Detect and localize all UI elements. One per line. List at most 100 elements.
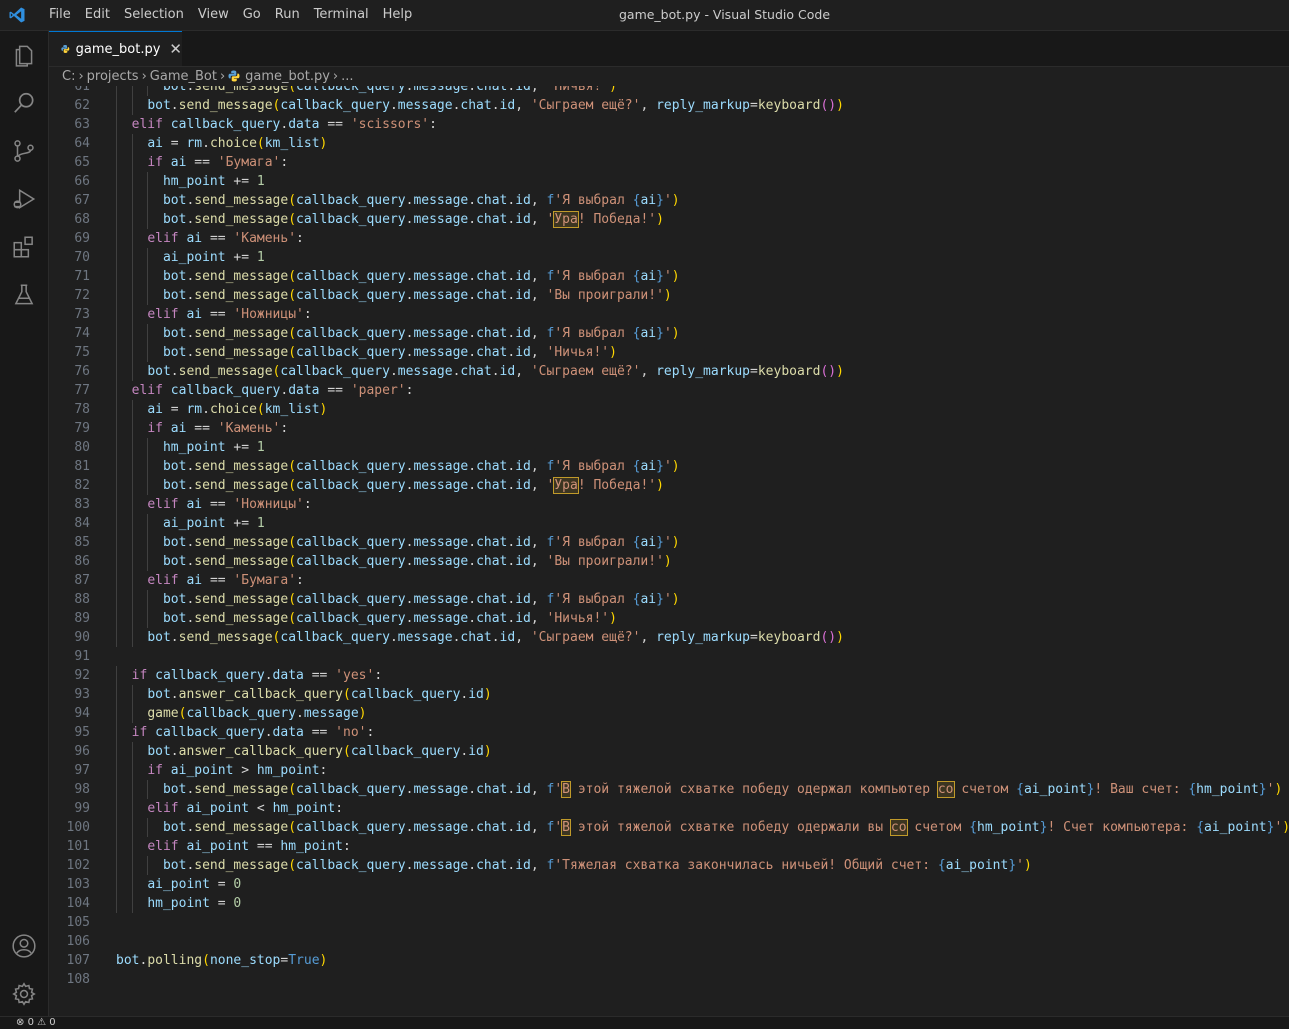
code-line[interactable]: 93 bot.answer_callback_query(callback_qu… bbox=[49, 685, 1289, 704]
code-line[interactable]: 65 if ai == 'Бумага': bbox=[49, 153, 1289, 172]
line-number: 96 bbox=[74, 744, 90, 759]
code-line[interactable]: 87 elif ai == 'Бумага': bbox=[49, 571, 1289, 590]
code-line[interactable]: 106 bbox=[49, 932, 1289, 951]
code-line[interactable]: 98 bot.send_message(callback_query.messa… bbox=[49, 780, 1289, 799]
code-line[interactable]: 75 bot.send_message(callback_query.messa… bbox=[49, 343, 1289, 362]
search-icon[interactable] bbox=[0, 79, 48, 127]
code-line[interactable]: 85 bot.send_message(callback_query.messa… bbox=[49, 533, 1289, 552]
code-line[interactable]: 69 elif ai == 'Камень': bbox=[49, 229, 1289, 248]
code-line[interactable]: 89 bot.send_message(callback_query.messa… bbox=[49, 609, 1289, 628]
code-line[interactable]: 82 bot.send_message(callback_query.messa… bbox=[49, 476, 1289, 495]
code-line[interactable]: 91 bbox=[49, 647, 1289, 666]
code-line[interactable]: 94 game(callback_query.message) bbox=[49, 704, 1289, 723]
code-line[interactable]: 104 hm_point = 0 bbox=[49, 894, 1289, 913]
code-text: elif callback_query.data == 'paper': bbox=[131, 383, 414, 398]
line-number: 63 bbox=[74, 117, 90, 132]
code-line[interactable]: 83 elif ai == 'Ножницы': bbox=[49, 495, 1289, 514]
code-line[interactable]: 67 bot.send_message(callback_query.messa… bbox=[49, 191, 1289, 210]
code-line[interactable]: 108 bbox=[49, 970, 1289, 989]
code-line[interactable]: 95 if callback_query.data == 'no': bbox=[49, 723, 1289, 742]
run-debug-icon[interactable] bbox=[0, 175, 48, 223]
code-line[interactable]: 79 if ai == 'Камень': bbox=[49, 419, 1289, 438]
code-line[interactable]: 88 bot.send_message(callback_query.messa… bbox=[49, 590, 1289, 609]
code-line[interactable]: 102 bot.send_message(callback_query.mess… bbox=[49, 856, 1289, 875]
code-line[interactable]: 84 ai_point += 1 bbox=[49, 514, 1289, 533]
code-line[interactable]: 66 hm_point += 1 bbox=[49, 172, 1289, 191]
activity-bar bbox=[0, 31, 49, 1016]
line-number: 69 bbox=[74, 231, 90, 246]
code-line[interactable]: 61 bot.send_message(callback_query.messa… bbox=[49, 86, 1289, 96]
code-line[interactable]: 73 elif ai == 'Ножницы': bbox=[49, 305, 1289, 324]
line-number: 98 bbox=[74, 782, 90, 797]
line-number: 108 bbox=[66, 972, 90, 987]
line-number: 84 bbox=[74, 516, 90, 531]
code-line[interactable]: 74 bot.send_message(callback_query.messa… bbox=[49, 324, 1289, 343]
chevron-right-icon: › bbox=[332, 68, 339, 84]
code-line[interactable]: 101 elif ai_point == hm_point: bbox=[49, 837, 1289, 856]
code-line[interactable]: 86 bot.send_message(callback_query.messa… bbox=[49, 552, 1289, 571]
line-number: 103 bbox=[66, 877, 90, 892]
code-line[interactable]: 78 ai = rm.choice(km_list) bbox=[49, 400, 1289, 419]
chevron-right-icon: › bbox=[141, 68, 147, 84]
code-text: bot.answer_callback_query(callback_query… bbox=[147, 687, 492, 702]
extensions-icon[interactable] bbox=[0, 223, 48, 271]
tab-game-bot-py[interactable]: game_bot.py ✕ bbox=[49, 31, 182, 66]
line-number: 78 bbox=[74, 402, 90, 417]
line-number: 88 bbox=[74, 592, 90, 607]
explorer-icon[interactable] bbox=[0, 31, 48, 79]
breadcrumb-file[interactable]: game_bot.py bbox=[245, 69, 330, 84]
line-number: 73 bbox=[74, 307, 90, 322]
code-line[interactable]: 105 bbox=[49, 913, 1289, 932]
code-line[interactable]: 62 bot.send_message(callback_query.messa… bbox=[49, 96, 1289, 115]
code-text: if ai_point > hm_point: bbox=[147, 763, 328, 778]
code-lines: 61 bot.send_message(callback_query.messa… bbox=[49, 86, 1289, 989]
code-text: ai_point = 0 bbox=[147, 877, 242, 892]
breadcrumb-drive[interactable]: C: bbox=[62, 69, 75, 84]
code-text: bot.send_message(callback_query.message.… bbox=[162, 86, 617, 94]
breadcrumb-game-bot[interactable]: Game_Bot bbox=[150, 69, 217, 84]
line-number: 80 bbox=[74, 440, 90, 455]
problems-indicator[interactable]: ⊗ 0 ⚠ 0 bbox=[16, 1017, 56, 1028]
code-line[interactable]: 80 hm_point += 1 bbox=[49, 438, 1289, 457]
code-text: bot.send_message(callback_query.message.… bbox=[162, 288, 672, 303]
testing-icon[interactable] bbox=[0, 271, 48, 319]
breadcrumb-symbols[interactable]: ... bbox=[341, 69, 353, 84]
code-line[interactable]: 97 if ai_point > hm_point: bbox=[49, 761, 1289, 780]
code-line[interactable]: 103 ai_point = 0 bbox=[49, 875, 1289, 894]
source-control-icon[interactable] bbox=[0, 127, 48, 175]
code-text: elif ai == 'Ножницы': bbox=[147, 497, 312, 512]
title-bar: File Edit Selection View Go Run Terminal… bbox=[0, 0, 1289, 31]
code-text: bot.send_message(callback_query.message.… bbox=[162, 611, 617, 626]
code-line[interactable]: 92 if callback_query.data == 'yes': bbox=[49, 666, 1289, 685]
code-line[interactable]: 96 bot.answer_callback_query(callback_qu… bbox=[49, 742, 1289, 761]
code-line[interactable]: 71 bot.send_message(callback_query.messa… bbox=[49, 267, 1289, 286]
code-text: elif ai == 'Ножницы': bbox=[147, 307, 312, 322]
code-text: elif ai == 'Камень': bbox=[147, 231, 304, 246]
code-text: hm_point += 1 bbox=[162, 174, 265, 189]
code-line[interactable]: 63 elif callback_query.data == 'scissors… bbox=[49, 115, 1289, 134]
close-icon[interactable]: ✕ bbox=[169, 40, 182, 58]
code-text: elif ai_point < hm_point: bbox=[147, 801, 344, 816]
code-line[interactable]: 100 bot.send_message(callback_query.mess… bbox=[49, 818, 1289, 837]
line-number: 62 bbox=[74, 98, 90, 113]
code-line[interactable]: 99 elif ai_point < hm_point: bbox=[49, 799, 1289, 818]
code-line[interactable]: 77 elif callback_query.data == 'paper': bbox=[49, 381, 1289, 400]
code-line[interactable]: 90 bot.send_message(callback_query.messa… bbox=[49, 628, 1289, 647]
code-line[interactable]: 72 bot.send_message(callback_query.messa… bbox=[49, 286, 1289, 305]
code-line[interactable]: 64 ai = rm.choice(km_list) bbox=[49, 134, 1289, 153]
code-line[interactable]: 81 bot.send_message(callback_query.messa… bbox=[49, 457, 1289, 476]
code-line[interactable]: 70 ai_point += 1 bbox=[49, 248, 1289, 267]
line-number: 75 bbox=[74, 345, 90, 360]
breadcrumb-projects[interactable]: projects bbox=[87, 69, 139, 84]
line-number: 94 bbox=[74, 706, 90, 721]
code-line[interactable]: 76 bot.send_message(callback_query.messa… bbox=[49, 362, 1289, 381]
line-number: 101 bbox=[66, 839, 90, 854]
code-line[interactable]: 68 bot.send_message(callback_query.messa… bbox=[49, 210, 1289, 229]
line-number: 77 bbox=[74, 383, 90, 398]
code-text: if ai == 'Бумага': bbox=[147, 155, 289, 170]
account-icon[interactable] bbox=[0, 922, 48, 970]
code-editor[interactable]: 61 bot.send_message(callback_query.messa… bbox=[49, 86, 1289, 1016]
code-line[interactable]: 107 bot.polling(none_stop=True) bbox=[49, 951, 1289, 970]
line-number: 95 bbox=[74, 725, 90, 740]
manage-gear-icon[interactable] bbox=[0, 970, 48, 1018]
